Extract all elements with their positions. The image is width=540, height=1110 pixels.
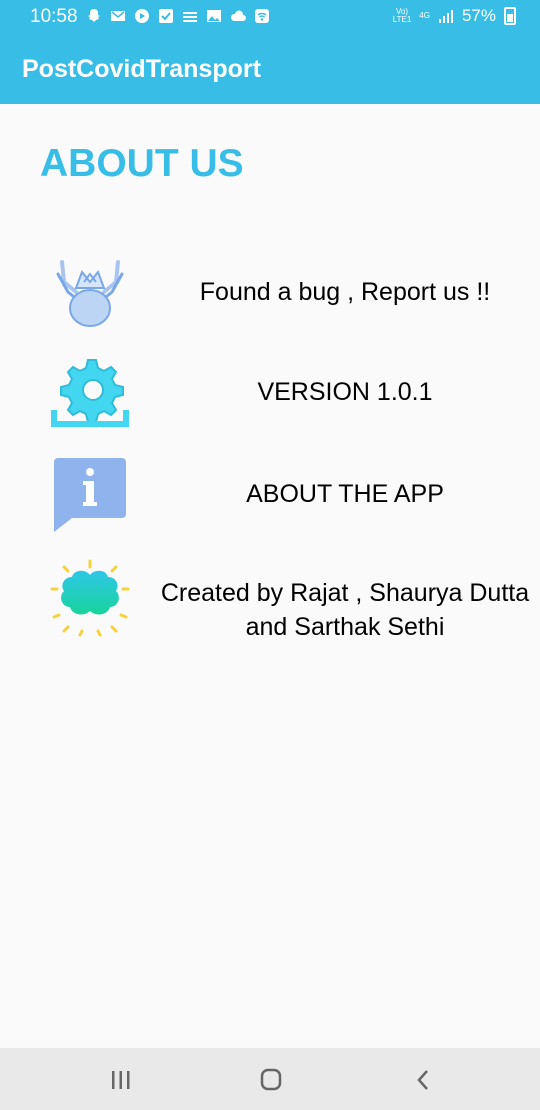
report-bug-label: Found a bug , Report us !! xyxy=(199,278,491,306)
version-label: VERSION 1.0.1 xyxy=(257,378,433,406)
bug-icon xyxy=(56,260,124,327)
wifi-icon xyxy=(255,9,269,23)
app-bar: PostCovidTransport xyxy=(0,34,540,104)
status-time: 10:58 xyxy=(30,6,78,27)
signal-icon xyxy=(438,10,453,23)
version-row[interactable]: VERSION 1.0.1 xyxy=(0,352,540,432)
brain-icon xyxy=(50,559,130,637)
system-nav-bar xyxy=(0,1048,540,1110)
volte-bottom: LTE1 xyxy=(392,15,412,24)
network-type: 4G xyxy=(419,11,430,20)
home-button[interactable] xyxy=(256,1066,286,1094)
cloud-icon xyxy=(230,10,246,21)
volte-indicator: Vo) LTE1 xyxy=(393,8,412,24)
snapchat-icon xyxy=(88,9,100,22)
status-bar: 10:58 Vo) LTE1 4G 57% xyxy=(0,0,540,34)
check-icon xyxy=(159,9,173,23)
gallery-icon xyxy=(207,10,221,22)
notification-icons xyxy=(86,8,270,24)
about-app-row[interactable]: ABOUT THE APP xyxy=(0,454,540,534)
info-icon xyxy=(54,458,126,532)
credits-label: Created by Rajat , Shaurya Dutta and Sar… xyxy=(160,579,530,641)
app-title: PostCovidTransport xyxy=(22,55,261,83)
settings-gear-icon xyxy=(51,359,129,427)
play-icon xyxy=(135,9,149,23)
page-heading: ABOUT US xyxy=(40,142,244,185)
about-page: ABOUT US Found a bug , Report us !! VERS… xyxy=(0,104,540,1048)
app-icon xyxy=(183,12,197,22)
credits-row: Created by Rajat , Shaurya Dutta and Sar… xyxy=(0,559,540,641)
back-button[interactable] xyxy=(408,1066,438,1094)
about-app-label: ABOUT THE APP xyxy=(246,480,444,508)
status-right-group: Vo) LTE1 4G 57% xyxy=(393,6,516,26)
report-bug-row[interactable]: Found a bug , Report us !! xyxy=(0,252,540,332)
gmail-icon xyxy=(111,11,125,21)
battery-percent: 57% xyxy=(461,6,496,25)
battery-icon xyxy=(504,7,516,25)
recent-apps-button[interactable] xyxy=(106,1066,136,1094)
